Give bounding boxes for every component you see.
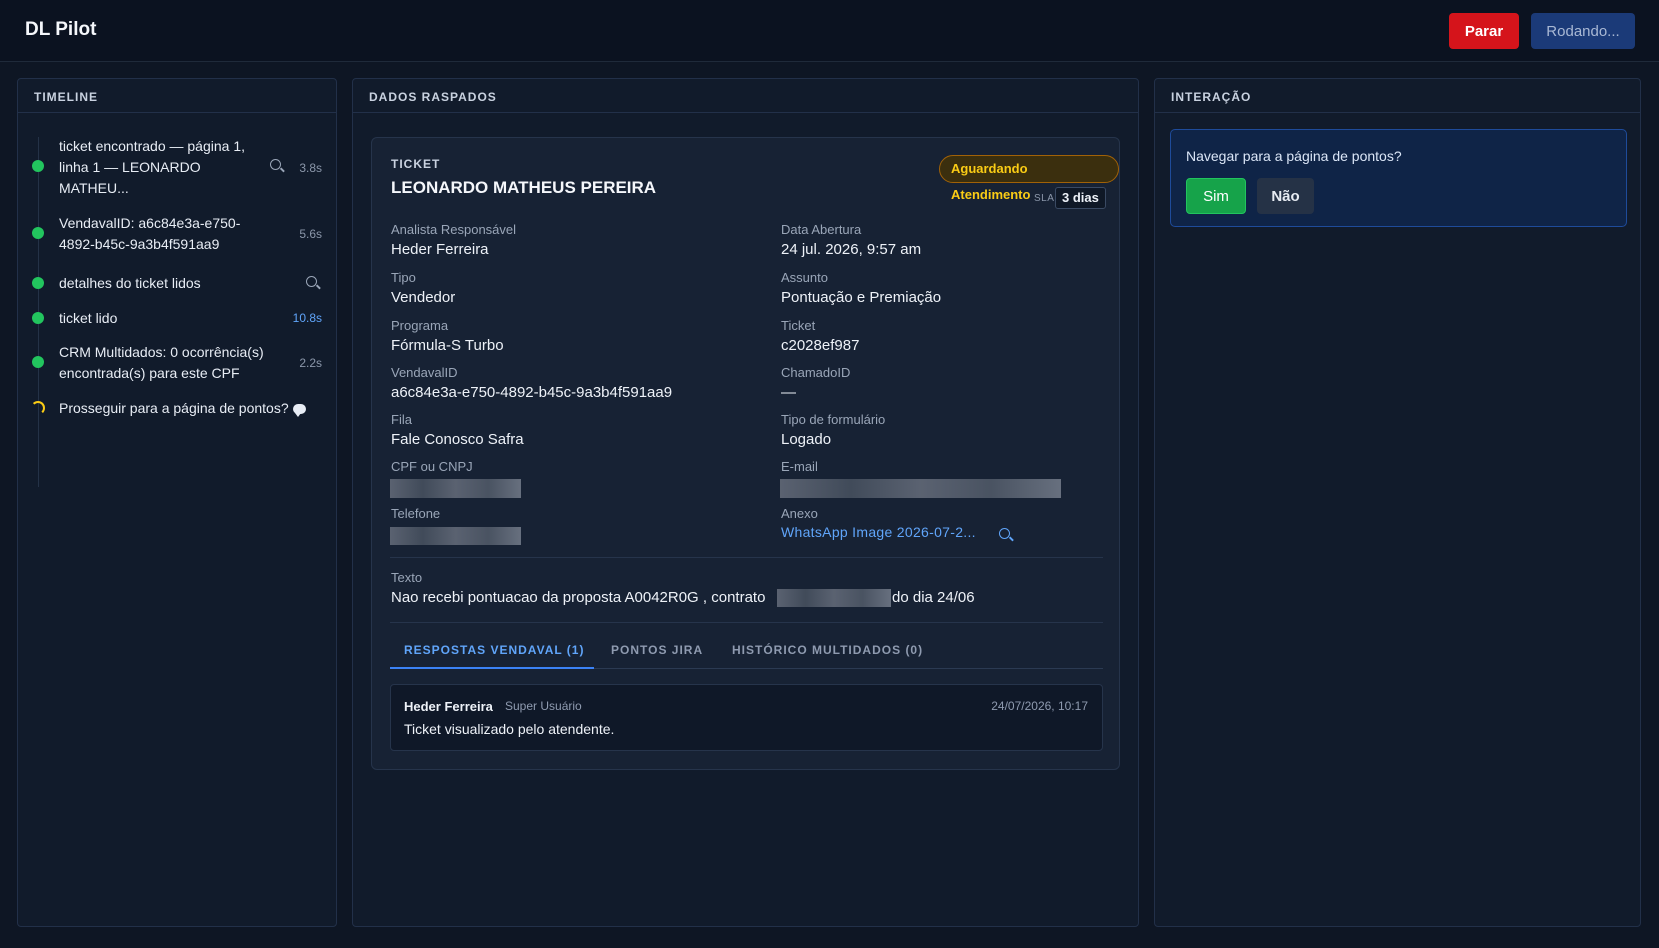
phone-label: Telefone bbox=[391, 506, 441, 521]
customer-name: LEONARDO MATHEUS PEREIRA bbox=[391, 178, 657, 197]
vendaval-id-label: VendavalID bbox=[391, 365, 458, 380]
interaction-header: INTERAÇÃO bbox=[1155, 79, 1640, 113]
chamado-id-label: ChamadoID bbox=[781, 365, 851, 380]
redacted-cpf bbox=[390, 479, 521, 498]
subject-value: Pontuação e Premiação bbox=[781, 289, 942, 306]
no-button[interactable]: Não bbox=[1257, 178, 1314, 214]
queue-label: Fila bbox=[391, 412, 412, 427]
timeline-item-text: VendavalID: a6c84e3a-e750-4892-b45c-9a3b… bbox=[59, 215, 241, 252]
sla-value: 3 dias bbox=[1055, 187, 1106, 209]
timeline-item-time: 2.2s bbox=[299, 356, 322, 370]
sla-label: SLA bbox=[1034, 193, 1055, 204]
analyst-value: Heder Ferreira bbox=[391, 241, 489, 258]
search-icon[interactable] bbox=[270, 158, 281, 173]
interaction-prompt: Navegar para a página de pontos? Sim Não bbox=[1170, 129, 1627, 227]
opened-label: Data Abertura bbox=[781, 222, 862, 237]
type-label: Tipo bbox=[391, 270, 416, 285]
ticket-label: TICKET bbox=[391, 157, 441, 171]
timeline-item-text: CRM Multidados: 0 ocorrência(s) encontra… bbox=[59, 344, 264, 381]
timeline-item-text: detalhes do ticket lidos bbox=[59, 275, 201, 291]
chamado-id-value: — bbox=[781, 384, 796, 401]
yes-button[interactable]: Sim bbox=[1186, 178, 1246, 214]
timeline-item-label: Prosseguir para a página de pontos? bbox=[59, 400, 289, 416]
attachment-label: Anexo bbox=[781, 506, 818, 521]
ticket-card: TICKET LEONARDO MATHEUS PEREIRA Aguardan… bbox=[371, 137, 1120, 770]
vendaval-id-value: a6c84e3a-e750-4892-b45c-9a3b4f591aa9 bbox=[391, 384, 673, 401]
text-label: Texto bbox=[391, 570, 423, 585]
cpf-label: CPF ou CNPJ bbox=[391, 459, 473, 474]
running-button[interactable]: Rodando... bbox=[1531, 13, 1635, 49]
timeline-header: TIMELINE bbox=[18, 79, 336, 113]
scraped-data-header: DADOS RASPADOS bbox=[353, 79, 1138, 113]
queue-value: Fale Conosco Safra bbox=[391, 431, 524, 448]
subject-label: Assunto bbox=[781, 270, 828, 285]
redacted-contract bbox=[777, 589, 891, 607]
tab-historico-multidados[interactable]: HISTÓRICO MULTIDADOS (0) bbox=[732, 643, 923, 657]
active-tab-indicator bbox=[390, 667, 594, 669]
search-icon[interactable] bbox=[999, 526, 1010, 544]
email-label: E-mail bbox=[781, 459, 818, 474]
interaction-panel: INTERAÇÃO Navegar para a página de ponto… bbox=[1154, 78, 1641, 927]
loading-spinner-icon bbox=[31, 401, 45, 415]
response-message: Ticket visualizado pelo atendente. bbox=[404, 721, 615, 737]
done-status-dot bbox=[32, 227, 44, 239]
status-badge: Aguardando Atendimento bbox=[939, 155, 1119, 202]
program-value: Fórmula-S Turbo bbox=[391, 337, 504, 354]
tab-respostas-vendaval[interactable]: RESPOSTAS VENDAVAL (1) bbox=[404, 643, 584, 657]
chat-icon bbox=[292, 404, 306, 417]
timeline-item-text: Prosseguir para a página de pontos? bbox=[59, 398, 329, 419]
timeline-panel: TIMELINE ticket encontrado — página 1, l… bbox=[17, 78, 337, 927]
divider bbox=[390, 557, 1103, 558]
redacted-email bbox=[780, 479, 1061, 498]
analyst-label: Analista Responsável bbox=[391, 222, 517, 237]
message-text-end: do dia 24/06 bbox=[892, 589, 975, 606]
done-status-dot bbox=[32, 312, 44, 324]
timeline-item-time: 5.6s bbox=[299, 227, 322, 241]
attachment-link[interactable]: WhatsApp Image 2026-07-2... bbox=[781, 524, 976, 540]
timeline-item-time: 3.8s bbox=[299, 161, 322, 175]
program-label: Programa bbox=[391, 318, 449, 333]
response-date: 24/07/2026, 10:17 bbox=[991, 699, 1088, 713]
divider bbox=[390, 622, 1103, 623]
form-type-value: Logado bbox=[781, 431, 832, 448]
tab-pontos-jira[interactable]: PONTOS JIRA bbox=[611, 643, 703, 657]
response-role: Super Usuário bbox=[505, 699, 582, 713]
opened-value: 24 jul. 2026, 9:57 am bbox=[781, 241, 922, 258]
redacted-phone bbox=[390, 527, 521, 545]
timeline-item-time: 10.8s bbox=[292, 311, 322, 325]
app-title: DL Pilot bbox=[25, 19, 97, 40]
done-status-dot bbox=[32, 277, 44, 289]
prompt-question: Navegar para a página de pontos? bbox=[1186, 148, 1402, 164]
timeline-item-text: ticket encontrado — página 1, linha 1 — … bbox=[59, 138, 246, 196]
response-item: Heder Ferreira Super Usuário 24/07/2026,… bbox=[390, 684, 1103, 751]
stop-button[interactable]: Parar bbox=[1449, 13, 1519, 49]
response-author: Heder Ferreira bbox=[404, 699, 493, 714]
message-text-start: Nao recebi pontuacao da proposta A0042R0… bbox=[391, 589, 766, 606]
top-bar: DL Pilot Parar Rodando... bbox=[0, 0, 1659, 62]
timeline-item-text: ticket lido bbox=[59, 310, 118, 326]
form-type-label: Tipo de formulário bbox=[781, 412, 886, 427]
ticket-id-value: c2028ef987 bbox=[781, 337, 860, 354]
done-status-dot bbox=[32, 356, 44, 368]
search-icon[interactable] bbox=[306, 275, 317, 290]
type-value: Vendedor bbox=[391, 289, 456, 306]
scraped-data-panel: DADOS RASPADOS TICKET LEONARDO MATHEUS P… bbox=[352, 78, 1139, 927]
done-status-dot bbox=[32, 160, 44, 172]
ticket-id-label: Ticket bbox=[781, 318, 816, 333]
